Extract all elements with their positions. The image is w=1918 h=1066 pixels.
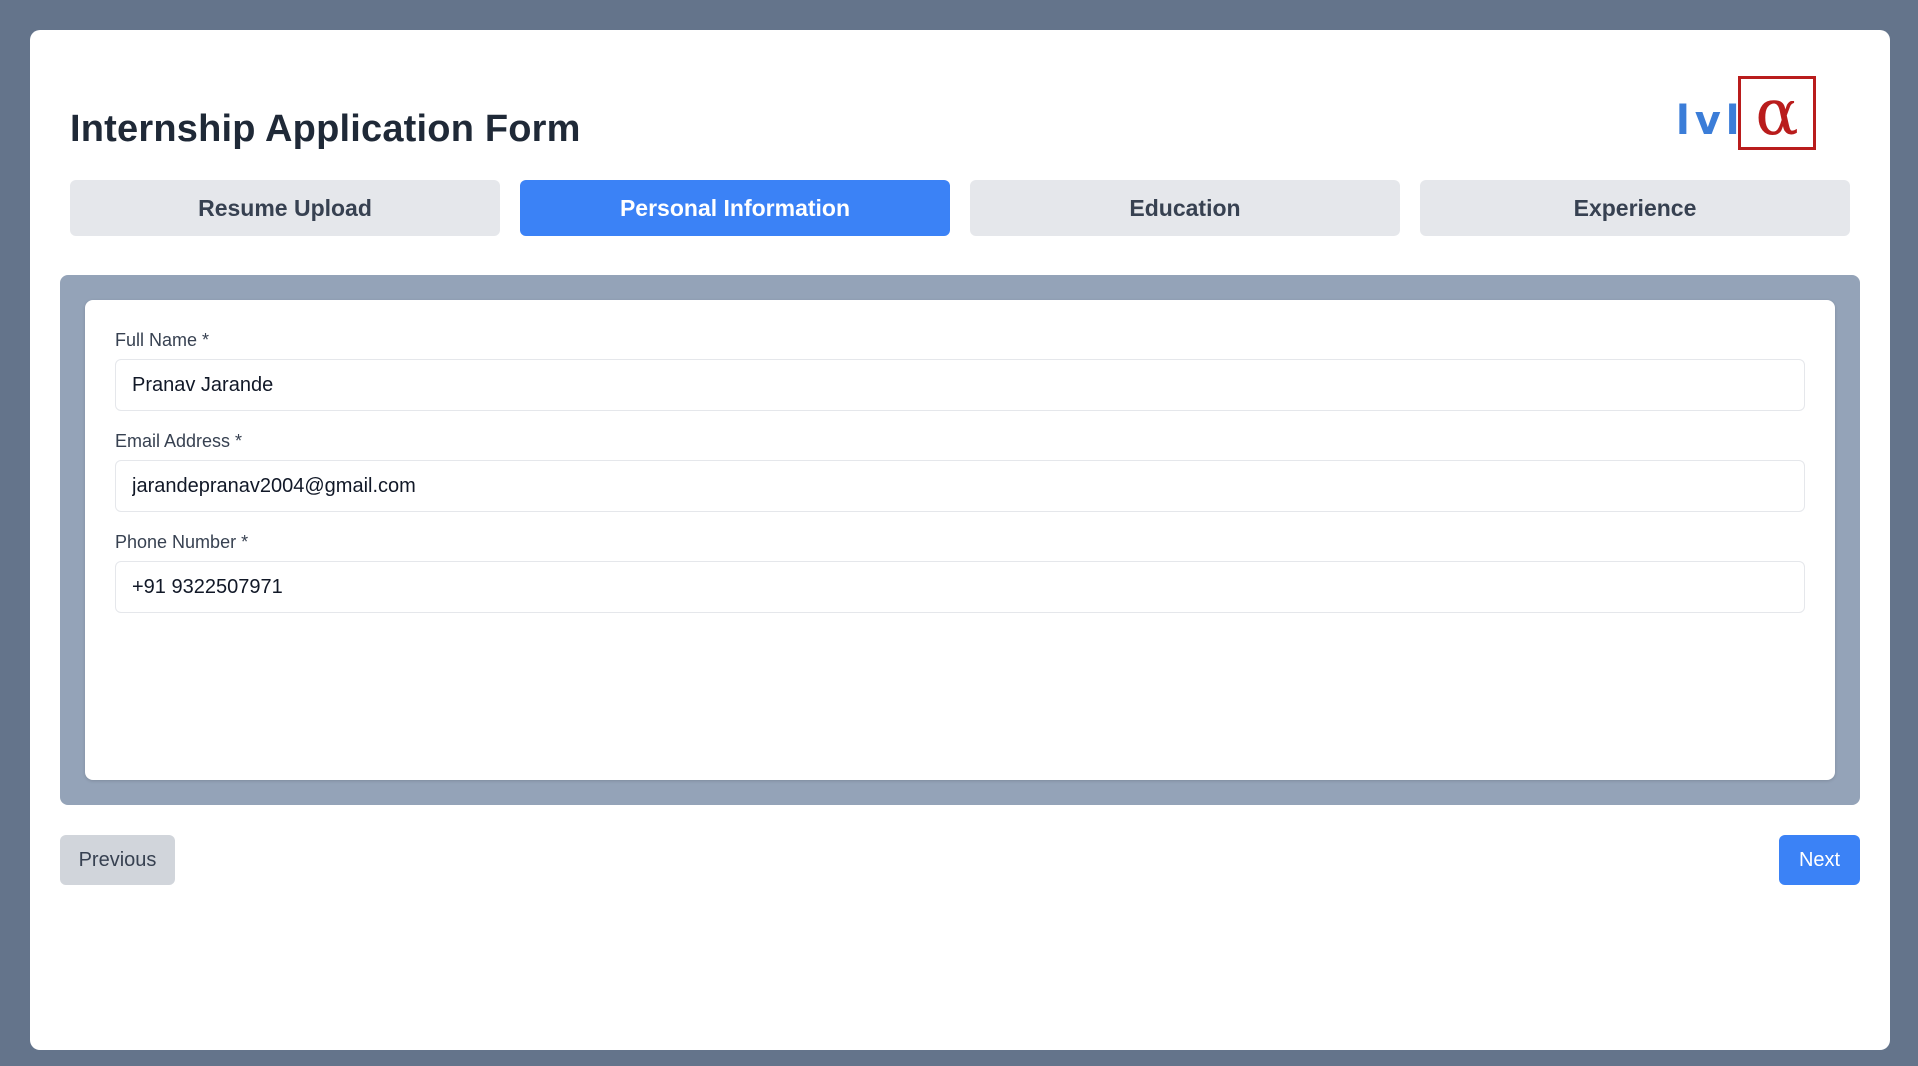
full-name-label: Full Name * [115,330,210,350]
next-button[interactable]: Next [1779,835,1860,885]
email-input[interactable] [115,460,1805,512]
phone-field-group: Phone Number * [115,532,1805,613]
header: Internship Application Form lvl α [70,76,1850,186]
full-name-input[interactable] [115,359,1805,411]
full-name-field-group: Full Name * [115,330,1805,411]
brand-logo: lvl α [1676,76,1816,154]
phone-input[interactable] [115,561,1805,613]
alpha-logo-icon: α [1738,76,1816,150]
logo-text: lvl [1676,98,1745,144]
page-title: Internship Application Form [70,108,581,150]
tab-resume-upload[interactable]: Resume Upload [70,180,500,236]
previous-button[interactable]: Previous [60,835,175,885]
tab-experience[interactable]: Experience [1420,180,1850,236]
application-card: Internship Application Form lvl α Resume… [30,30,1890,1050]
step-tabs: Resume Upload Personal Information Educa… [70,180,1850,236]
tab-education[interactable]: Education [970,180,1400,236]
email-field-group: Email Address * [115,431,1805,512]
form-panel: Full Name * Email Address * Phone Number… [60,275,1860,805]
phone-label: Phone Number * [115,532,249,552]
tab-personal-information[interactable]: Personal Information [520,180,950,236]
personal-info-form: Full Name * Email Address * Phone Number… [85,300,1835,780]
email-label: Email Address * [115,431,243,451]
